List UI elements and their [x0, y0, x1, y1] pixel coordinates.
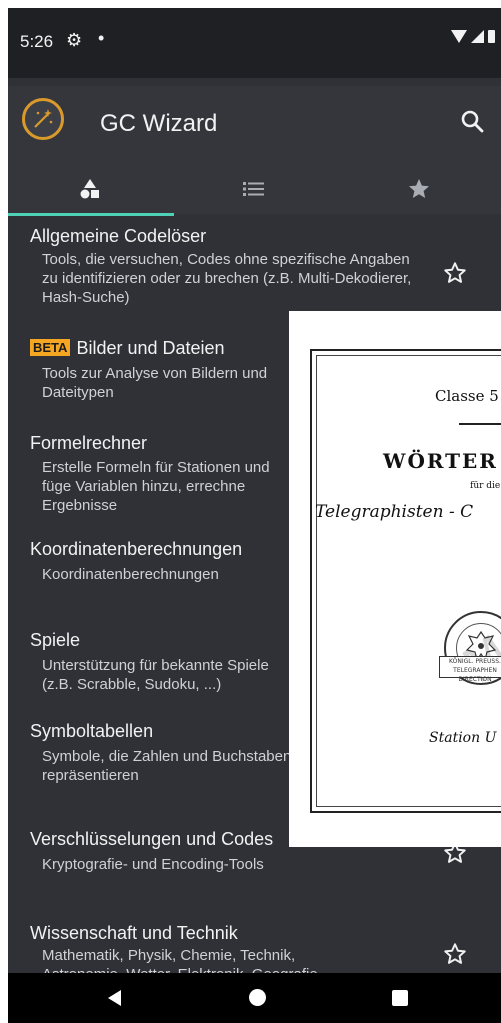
- status-bar: 5:26 ⚙ •: [8, 8, 501, 78]
- item-subtitle: Erstelle Formeln für Stationen und füge …: [42, 459, 270, 514]
- item-title: Verschlüsselungen und Codes: [30, 829, 274, 849]
- doc-rule: [459, 423, 501, 425]
- beta-badge: BETA: [30, 339, 71, 356]
- doc-fuer: für die: [470, 481, 501, 491]
- seal-label: KÖNIGL. PREUSS. TELEGRAPHEN DIRECTION: [439, 656, 501, 683]
- item-subtitle: Tools zur Analyse von Bildern und Dateit…: [42, 365, 268, 401]
- category-tabs: [8, 168, 501, 216]
- tab-categories[interactable]: [8, 168, 174, 216]
- recents-icon[interactable]: [392, 990, 408, 1006]
- doc-classe: Classe 5: [435, 387, 499, 405]
- item-subtitle: Kryptografie- und Encoding-Tools: [42, 856, 264, 873]
- document-image-overlay: MSP Classe 5 WÖRTER für die Telegraphist…: [289, 311, 501, 847]
- item-title: Formelrechner: [30, 433, 148, 453]
- wizard-wand-icon: [22, 98, 64, 140]
- system-nav-bar: [8, 973, 501, 1023]
- back-icon[interactable]: [108, 990, 121, 1006]
- tab-list[interactable]: [172, 168, 336, 214]
- status-icons: [451, 30, 495, 43]
- status-time: 5:26: [20, 32, 54, 51]
- list-item[interactable]: Allgemeine Codelöser Tools, die versuche…: [8, 216, 501, 316]
- item-title: BETA Bilder und Dateien: [30, 338, 225, 359]
- doc-title: WÖRTER: [383, 449, 498, 473]
- item-title: Symboltabellen: [30, 721, 154, 741]
- gear-icon: ⚙: [66, 30, 83, 50]
- signal-icon: [471, 30, 484, 43]
- item-title: Wissenschaft und Technik: [30, 923, 238, 943]
- doc-telegraphisten: Telegraphisten - C: [315, 502, 474, 522]
- item-title-text: Bilder und Dateien: [76, 338, 225, 358]
- favorite-star-icon[interactable]: [442, 941, 468, 967]
- tab-favorites[interactable]: [337, 168, 501, 214]
- item-subtitle: Tools, die versuchen, Codes ohne spezifi…: [42, 251, 412, 306]
- item-subtitle: Unterstützung für bekannte Spiele (z.B. …: [42, 657, 269, 693]
- battery-icon: [488, 30, 495, 43]
- item-title: Koordinatenberechnungen: [30, 539, 243, 559]
- doc-station: Station U: [429, 730, 497, 746]
- item-title: Spiele: [30, 630, 81, 650]
- search-icon[interactable]: [459, 108, 487, 136]
- star-icon: [407, 177, 431, 206]
- notification-dot-icon: •: [98, 28, 105, 48]
- item-title: Allgemeine Codelöser: [30, 226, 207, 246]
- app-title: GC Wizard: [100, 110, 218, 137]
- app-bar: GC Wizard: [8, 86, 501, 216]
- list-item[interactable]: Wissenschaft und Technik Mathematik, Phy…: [8, 916, 501, 973]
- wifi-icon: [451, 30, 467, 43]
- shapes-icon: [78, 177, 102, 206]
- item-subtitle: Mathematik, Physik, Chemie, Technik, Ast…: [42, 947, 318, 973]
- item-subtitle: Symbole, die Zahlen und Buchstaben reprä…: [42, 748, 292, 784]
- favorite-star-icon[interactable]: [442, 260, 468, 286]
- list-icon: [243, 181, 265, 202]
- home-icon[interactable]: [249, 989, 266, 1006]
